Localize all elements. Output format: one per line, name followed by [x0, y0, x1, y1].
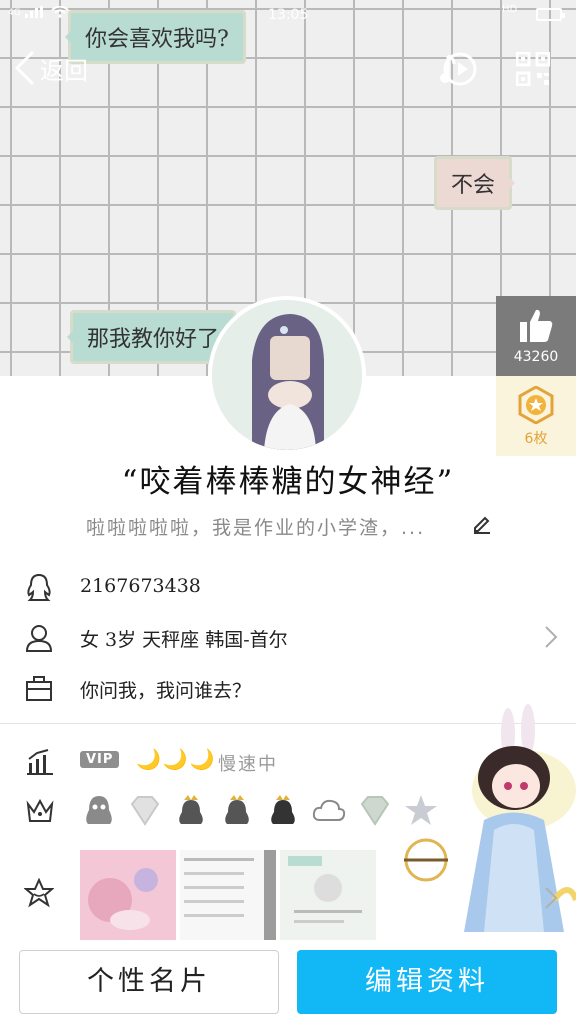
crown-penguin-badge-icon: [264, 792, 302, 830]
crown-icon: [26, 798, 54, 828]
cloud-badge-icon: [310, 792, 348, 830]
thumbs-up-icon: [520, 309, 553, 342]
qq-number: 2167673438: [80, 575, 201, 597]
photo-thumbnail[interactable]: [180, 850, 276, 940]
person-icon: [24, 623, 54, 657]
vip-badge: VIP: [80, 751, 120, 768]
mascot-illustration: [404, 700, 576, 940]
cover-bubble-2: 不会: [434, 156, 516, 210]
like-button[interactable]: 43260: [496, 296, 576, 376]
battery-icon: [536, 8, 565, 21]
photo-thumbnail[interactable]: [80, 850, 176, 940]
music-icon[interactable]: [438, 50, 478, 92]
medal-count: 6枚: [524, 431, 548, 447]
level-moons: 🌙🌙🌙: [136, 747, 217, 771]
photo-thumbnail[interactable]: [280, 850, 376, 940]
medal-button[interactable]: 6枚: [496, 376, 576, 456]
edit-profile-button[interactable]: 编辑资料: [297, 950, 557, 1014]
nickname: “咬着棒棒糖的女神经”: [121, 464, 455, 500]
chevron-right-icon: [544, 886, 558, 914]
briefcase-icon: [24, 674, 54, 708]
chevron-left-icon: [14, 50, 35, 86]
star-face-icon: [23, 877, 55, 912]
profile-details-row[interactable]: 女 3岁 天秤座 韩国-首尔: [0, 613, 576, 663]
like-count: 43260: [513, 349, 559, 365]
qr-code-icon[interactable]: [515, 51, 551, 90]
crown-penguin-badge-icon: [172, 792, 210, 830]
bottom-action-bar: 个性名片 编辑资料: [0, 940, 576, 1024]
level-status: 慢速中: [218, 754, 278, 775]
diamond-badge-icon: [356, 792, 394, 830]
penguin-icon: [24, 573, 54, 607]
bio-text: 你问我，我问谁去？: [80, 680, 252, 702]
status-bar: 4G 13:05 HD: [0, 0, 576, 30]
status-time: 13:05: [268, 7, 309, 23]
level-chart-icon: [26, 747, 54, 779]
personal-card-button[interactable]: 个性名片: [19, 950, 279, 1014]
back-label: 返回: [40, 56, 88, 85]
badge-list: [80, 792, 440, 830]
qq-number-row: 2167673438: [0, 563, 576, 613]
profile-details: 女 3岁 天秤座 韩国-首尔: [80, 629, 288, 651]
edit-signature-icon[interactable]: [472, 514, 492, 538]
chevron-right-icon: [544, 625, 558, 653]
wifi-icon: [51, 6, 69, 18]
avatar[interactable]: [208, 296, 366, 454]
signal-icon: 4G: [8, 6, 69, 18]
crown-penguin-badge-icon: [218, 792, 256, 830]
diamond-badge-icon: [126, 792, 164, 830]
medal-icon: [518, 385, 554, 425]
hd-indicator: HD: [502, 4, 518, 15]
back-button[interactable]: 返回: [14, 50, 88, 86]
penguin-badge-icon: [80, 792, 118, 830]
signature[interactable]: 啦啦啦啦啦，我是作业的小学渣，...: [86, 513, 425, 540]
